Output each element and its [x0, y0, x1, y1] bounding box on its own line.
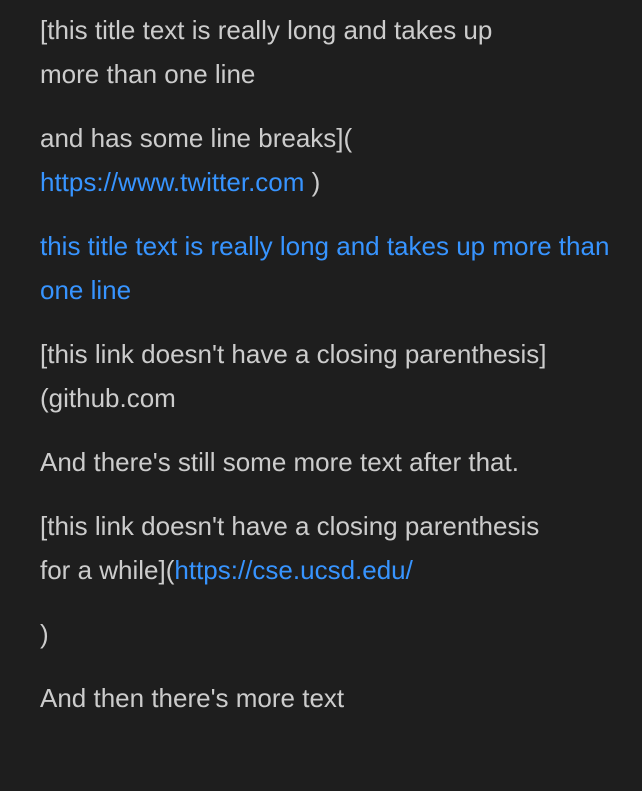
ucsd-link[interactable]: https://cse.ucsd.edu/	[174, 555, 412, 585]
paragraph-text: And then there's more text	[40, 683, 345, 713]
paragraph-line: (github.com	[40, 383, 176, 413]
paragraph-text: and has some line breaks](	[40, 123, 353, 153]
title-text-link[interactable]: this title text is really long and takes…	[40, 231, 609, 305]
paragraph-prefix: for a while](	[40, 555, 175, 585]
twitter-link[interactable]: https://www.twitter.com	[40, 167, 304, 197]
paragraph-line: [this link doesn't have a closing parent…	[40, 511, 540, 541]
paragraph-line: [this link doesn't have a closing parent…	[40, 339, 547, 369]
paragraph-text: )	[40, 619, 49, 649]
paragraph-line: [this title text is really long and take…	[40, 15, 493, 45]
paragraph-twitter-link: and has some line breaks]( https://www.t…	[40, 116, 628, 204]
markdown-preview: [this title text is really long and take…	[0, 0, 642, 791]
paragraph-closing-paren: )	[40, 612, 628, 656]
closing-paren-text: )	[304, 167, 321, 197]
paragraph-text: And there's still some more text after t…	[40, 447, 519, 477]
paragraph-final-text: And then there's more text	[40, 676, 628, 720]
paragraph-github-text: [this link doesn't have a closing parent…	[40, 332, 628, 420]
paragraph-line: more than one line	[40, 59, 256, 89]
paragraph-ucsd-link: [this link doesn't have a closing parent…	[40, 504, 628, 592]
paragraph-more-text: And there's still some more text after t…	[40, 440, 628, 484]
paragraph-title-text: [this title text is really long and take…	[40, 8, 628, 96]
paragraph-title-link: this title text is really long and takes…	[40, 224, 628, 312]
